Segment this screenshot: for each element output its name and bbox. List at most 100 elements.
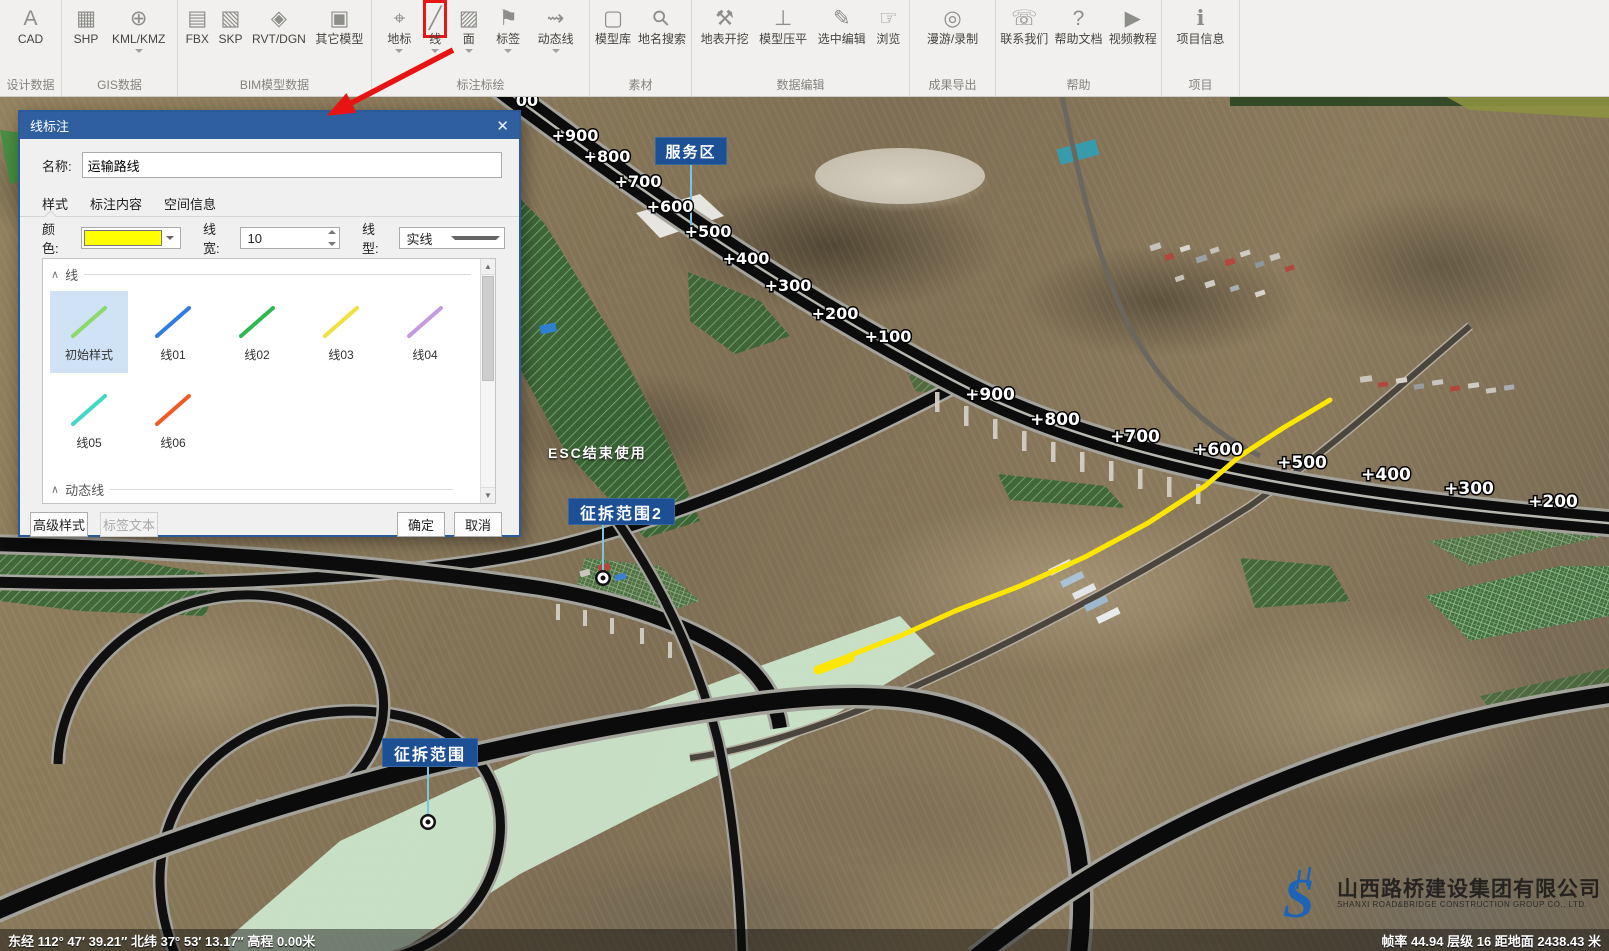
scroll-down-icon[interactable]: ▼ [481,487,495,503]
dialog-title: 线标注 [30,116,69,135]
spinner-down-icon[interactable] [328,242,336,246]
tab-style[interactable]: 样式 [42,194,68,213]
toolbar-button-place-search[interactable]: ⚲地名搜索 [636,4,688,57]
toolbar-button-project-info[interactable]: ℹ项目信息 [1174,4,1226,57]
status-camera-info: 帧率 44.94 层级 16 距地面 2438.43 米 [1381,931,1601,950]
line-style-swatch [67,390,111,430]
toolbar-button-cad-file[interactable]: ACAD [16,4,45,57]
chevron-down-icon [552,49,560,57]
status-bar: 东经 112° 47′ 39.21″ 北纬 37° 53′ 13.17″ 高程 … [0,929,1609,951]
tab-spatial-info[interactable]: 空间信息 [164,194,216,213]
toolbar-button-label: 模型压平 [759,32,807,47]
line-style-swatch [151,390,195,430]
line-width-label: 线宽: [203,219,232,257]
line-group-label: 线 [65,265,78,284]
dynamic-line-group-label: 动态线 [65,480,104,499]
color-label: 颜色: [42,219,71,257]
chevron-down-icon [451,236,500,244]
toolbar-button-label: 项目信息 [1176,32,1224,47]
line-style-swatch [319,302,363,342]
spinner-up-icon[interactable] [328,230,336,234]
dialog-tabs: 样式 标注内容 空间信息 [42,194,216,213]
esc-hint-text: ESC结束使用 [548,443,647,463]
toolbar-button-dynamic-line[interactable]: ⇝动态线 [536,4,576,57]
line-style-option[interactable]: 线06 [134,379,212,461]
line-type-dropdown[interactable]: 实线 [399,227,505,249]
toolbar-group-label: 标注标绘 [372,76,589,95]
toolbar-button-roam-record-camera[interactable]: ◎漫游/录制 [925,4,980,57]
line-style-name: 线03 [328,346,353,363]
toolbar-button-label: CAD [18,32,43,47]
toolbar-button-shp-map[interactable]: ▦SHP [72,4,101,57]
toolbar-button-other-model[interactable]: ▣其它模型 [313,4,365,57]
line-style-swatch [235,302,279,342]
label-tag-icon: ⚑ [499,6,518,32]
toolbar-button-select-edit-pencil[interactable]: ✎选中编辑 [816,4,868,57]
dynamic-line-group-header[interactable]: ∧ 动态线 [43,474,477,501]
toolbar-button-globe[interactable]: ⊕KML/KMZ [110,4,167,57]
annotation-name-input[interactable] [82,152,502,178]
toolbar-button-line-tool[interactable]: ╱线 [427,4,444,57]
toolbar-button-model-library[interactable]: ▢模型库 [593,4,633,57]
toolbar-button-label: 漫游/录制 [927,32,978,47]
style-list-scrollbar[interactable]: ▲ ▼ [480,259,495,503]
scrollbar-thumb[interactable] [482,276,494,381]
tab-annotation-content[interactable]: 标注内容 [90,194,142,213]
line-style-option[interactable]: 线04 [386,291,464,373]
line-group-header[interactable]: ∧ 线 [43,259,495,286]
toolbar-button-help-doc[interactable]: ?帮助文档 [1052,4,1104,57]
toolbar-button-fbx-file[interactable]: ▤FBX [184,4,211,57]
toolbar-button-label: RVT/DGN [252,32,306,47]
toolbar-button-video-tutorial[interactable]: ▶视频教程 [1107,4,1159,57]
main-toolbar: ACAD设计数据▦SHP⊕KML/KMZGIS数据▤FBX▧SKP◈RVT/DG… [0,0,1609,97]
toolbar-button-model-flatten[interactable]: ⊥模型压平 [757,4,809,57]
status-coordinates: 东经 112° 47′ 39.21″ 北纬 37° 53′ 13.17″ 高程 … [8,931,315,950]
line-width-spinner[interactable]: 10 [240,227,340,249]
toolbar-button-contact-chat[interactable]: ☏联系我们 [998,4,1050,57]
cad-file-icon: A [23,6,37,32]
skp-file-icon: ▧ [221,6,241,32]
cancel-button[interactable]: 取消 [454,512,502,537]
line-style-option[interactable]: 线03 [302,291,380,373]
toolbar-button-terrain-dig[interactable]: ⚒地表开挖 [699,4,751,57]
map-annotation-label[interactable]: 服务区 [655,137,727,165]
toolbar-button-placemark-pin[interactable]: ⌖地标 [385,4,413,57]
close-icon[interactable]: ✕ [496,117,509,135]
toolbar-group: ▢模型库⚲地名搜索素材 [590,0,692,96]
toolbar-group-label: 帮助 [996,76,1161,95]
toolbar-button-browse-hand[interactable]: ☞浏览 [874,4,902,57]
toolbar-button-skp-file[interactable]: ▧SKP [216,4,244,57]
toolbar-button-polygon-tool[interactable]: ▨面 [457,4,481,57]
map-annotation-label[interactable]: 征拆范围2 [568,498,675,525]
toolbar-group-label: 成果导出 [910,76,995,95]
color-swatch [84,230,162,246]
select-edit-pencil-icon: ✎ [833,6,851,32]
chevron-down-icon [395,49,403,57]
line-style-swatch [151,302,195,342]
toolbar-button-label-tag[interactable]: ⚑标签 [494,4,522,57]
toolbar-group: ◎漫游/录制成果导出 [910,0,996,96]
company-name-cn: 山西路桥建设集团有限公司 [1337,879,1601,901]
line-style-option[interactable]: 线02 [218,291,296,373]
line-style-name: 线02 [244,346,269,363]
toolbar-button-label: 浏览 [876,32,900,47]
label-text-button[interactable]: 标签文本 [100,512,158,537]
color-dropdown[interactable] [81,227,181,249]
line-annotation-dialog: 线标注 ✕ 名称: 样式 标注内容 空间信息 颜色: 线宽: 10 线型: 实线… [18,110,521,537]
scroll-up-icon[interactable]: ▲ [481,259,495,275]
map-annotation-label[interactable]: 征拆范围 [382,738,478,767]
toolbar-button-rvt-dgn-tiles[interactable]: ◈RVT/DGN [250,4,308,57]
toolbar-button-label: 标签 [496,32,520,47]
line-style-option[interactable]: 线01 [134,291,212,373]
advanced-style-button[interactable]: 高级样式 [30,512,88,537]
company-logo-icon: S [1279,865,1333,923]
dialog-titlebar[interactable]: 线标注 ✕ [20,112,519,139]
chevron-down-icon [504,49,512,57]
toolbar-group-label: 项目 [1162,76,1239,95]
toolbar-group: ⌖地标 ╱线▨面 ⚑标签 ⇝动态线标注标绘 [372,0,590,96]
line-style-option[interactable]: 线05 [50,379,128,461]
ok-button[interactable]: 确定 [397,512,445,537]
line-style-list: ∧ 线 初始样式线01 线02 线03 线04 线05线06 ∧ 动态线 ▲ ▼ [42,258,496,504]
toolbar-button-label: 模型库 [595,32,631,47]
line-style-option[interactable]: 初始样式 [50,291,128,373]
